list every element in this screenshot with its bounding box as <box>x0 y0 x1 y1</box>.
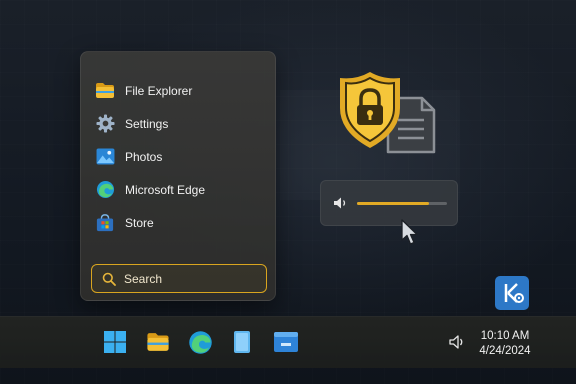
taskbar: 10:10 AM 4/24/2024 <box>0 316 576 368</box>
clock-time: 10:10 AM <box>480 330 530 342</box>
clock-date: 4/24/2024 <box>479 345 531 357</box>
mouse-cursor-icon <box>401 219 418 245</box>
menu-item-store[interactable]: Store <box>81 206 275 239</box>
menu-item-settings[interactable]: Settings <box>81 107 275 140</box>
menu-item-label: Settings <box>125 116 169 131</box>
menu-item-label: File Explorer <box>125 83 193 98</box>
windows-start-icon[interactable] <box>102 329 128 355</box>
menu-item-label: Photos <box>125 149 163 164</box>
clock[interactable]: 10:10 AM 4/24/2024 <box>470 329 540 359</box>
tablet-icon[interactable] <box>229 329 255 355</box>
speaker-icon[interactable] <box>333 196 349 210</box>
file-explorer-icon[interactable] <box>145 329 171 355</box>
start-menu: File Explorer Settings Photos Microsoft … <box>80 51 276 301</box>
speaker-icon[interactable] <box>449 334 467 350</box>
app-list: File Explorer Settings Photos Microsoft … <box>81 74 275 239</box>
menu-item-photos[interactable]: Photos <box>81 140 275 173</box>
menu-item-microsoft-edge[interactable]: Microsoft Edge <box>81 173 275 206</box>
edge-icon <box>94 179 116 201</box>
photos-icon <box>94 146 116 168</box>
shield-lock-icon <box>340 72 436 154</box>
edge-icon[interactable] <box>187 329 213 355</box>
volume-slider-fill <box>357 201 429 205</box>
menu-item-file-explorer[interactable]: File Explorer <box>81 74 275 107</box>
menu-item-label: Store <box>125 215 154 230</box>
start-search-box[interactable]: Search <box>91 264 267 293</box>
menu-item-label: Microsoft Edge <box>125 182 206 197</box>
search-label: Search <box>124 271 163 286</box>
store-window-icon[interactable] <box>273 329 299 355</box>
kde-icon[interactable] <box>495 276 529 310</box>
gear-icon <box>94 113 116 135</box>
search-icon <box>102 272 116 286</box>
volume-flyout <box>320 180 458 226</box>
security-graphic <box>340 70 440 156</box>
folder-icon <box>94 80 116 102</box>
store-icon <box>94 212 116 234</box>
volume-slider[interactable] <box>357 201 447 205</box>
